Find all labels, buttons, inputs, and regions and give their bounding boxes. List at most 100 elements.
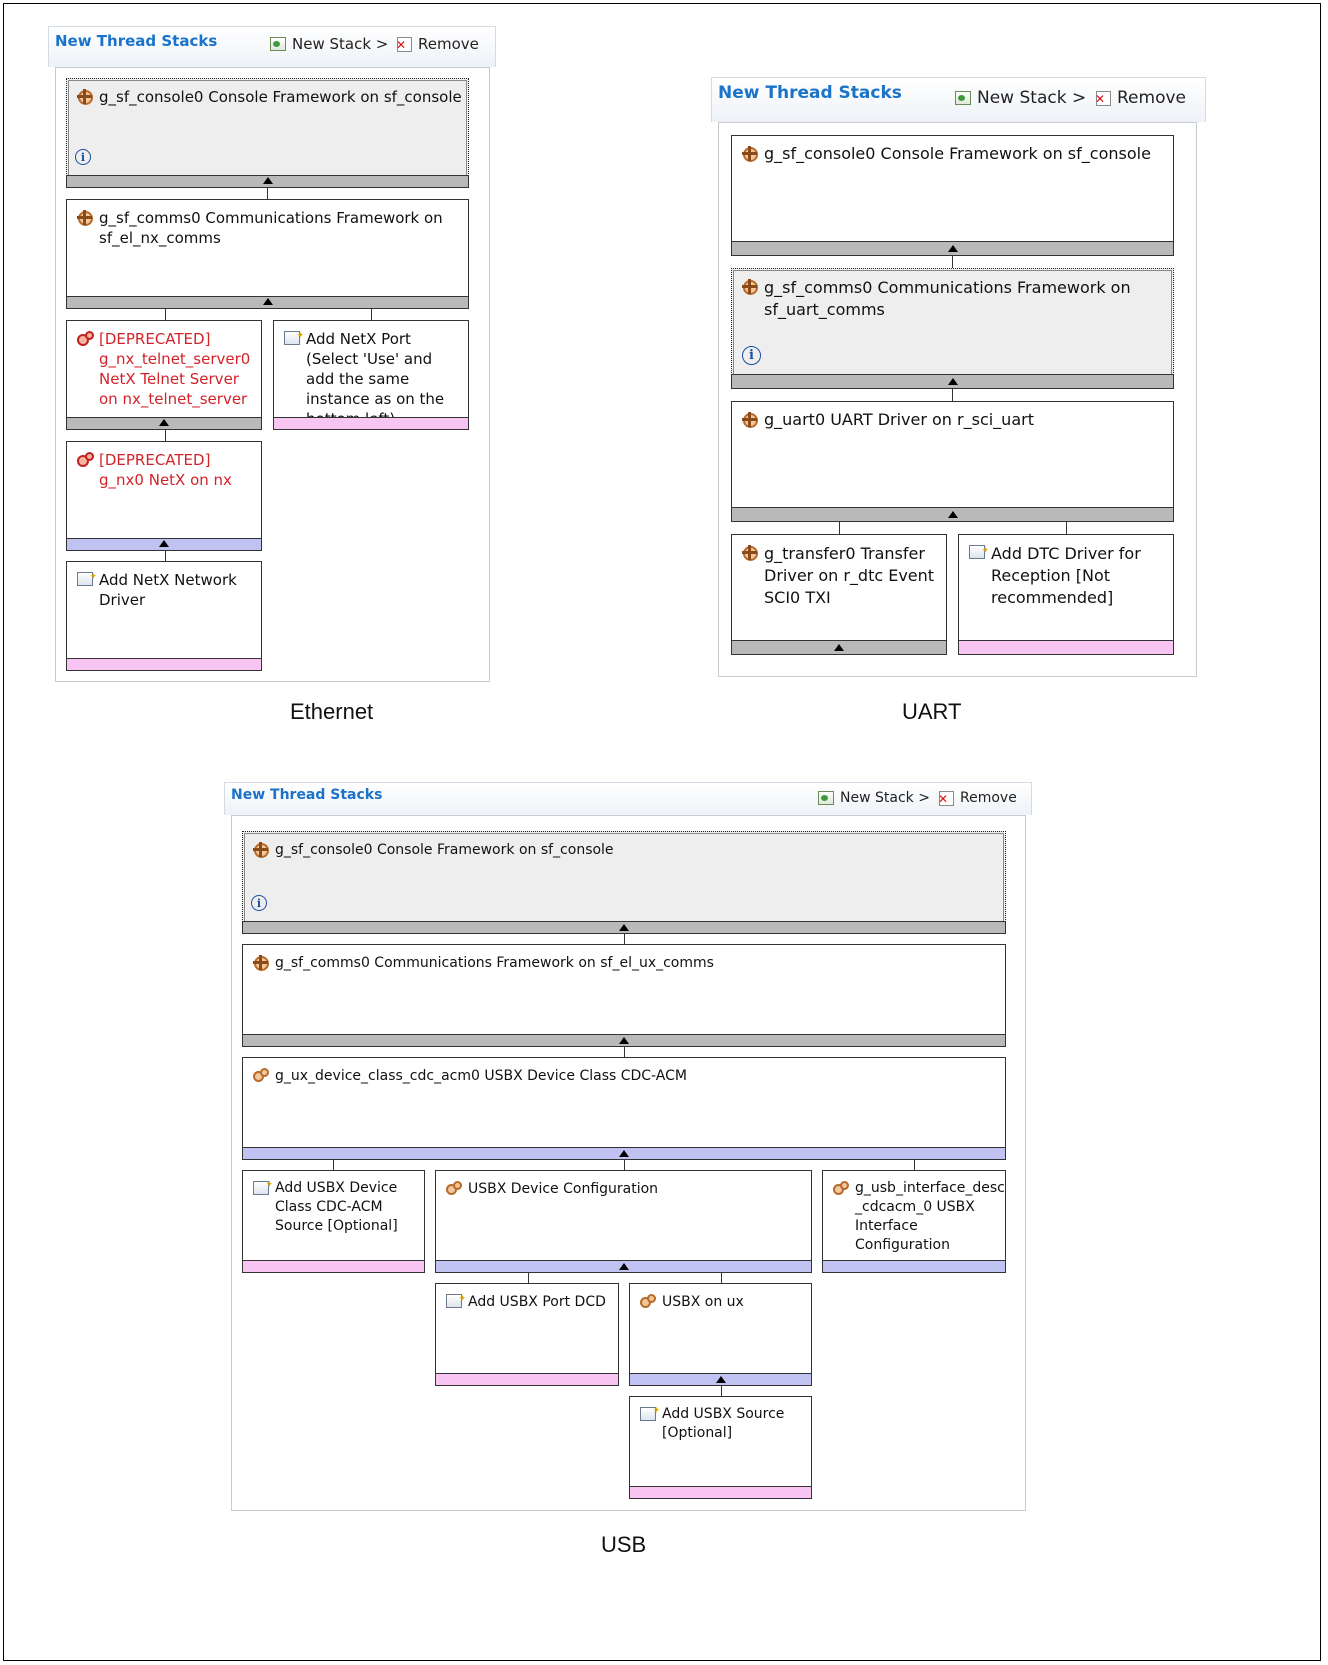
add-module-icon [446, 1289, 466, 1309]
module-group-icon [446, 1181, 464, 1196]
module-label: Add NetX Network Driver [99, 571, 237, 609]
remove-label: Remove [960, 790, 1017, 806]
collapse-bar[interactable] [66, 538, 262, 551]
slot-bar [242, 1260, 425, 1273]
info-icon[interactable]: i [251, 895, 267, 911]
thread-stacks-title: New Thread Stacks [718, 83, 902, 103]
module-label: g_sf_comms0 Communications Framework on … [764, 278, 1131, 319]
module-label: Add NetX Port (Select 'Use' and add the … [306, 330, 445, 428]
new-stack-label: New Stack > [977, 88, 1087, 108]
module-group-icon [833, 1181, 851, 1196]
usbx-device-configuration-module[interactable]: USBX Device Configuration [435, 1170, 812, 1273]
add-netx-driver-slot[interactable]: Add NetX Network Driver [66, 561, 262, 671]
remove-icon [1095, 90, 1111, 106]
new-stack-icon [818, 791, 834, 805]
new-stack-label: New Stack > [840, 790, 930, 806]
new-stack-icon [270, 37, 286, 51]
collapse-bar[interactable] [435, 1260, 812, 1273]
telnet-server-module[interactable]: [DEPRECATED] g_nx_telnet_server0 NetX Te… [66, 320, 262, 430]
usbx-module[interactable]: USBX on ux [629, 1283, 812, 1386]
collapse-bar[interactable] [66, 417, 262, 430]
module-icon [77, 89, 93, 105]
communications-framework-module[interactable]: g_sf_comms0 Communications Framework on … [731, 268, 1174, 389]
add-usbx-source-slot[interactable]: Add USBX Source [Optional] [629, 1396, 812, 1499]
module-label: g_sf_console0 Console Framework on sf_co… [764, 144, 1151, 163]
thread-stacks-title: New Thread Stacks [55, 32, 218, 50]
new-stack-button[interactable]: New Stack > [270, 35, 388, 53]
collapse-bar [822, 1260, 1006, 1273]
module-icon [742, 412, 758, 428]
netx-module[interactable]: [DEPRECATED] g_nx0 NetX on nx [66, 441, 262, 551]
add-dtc-driver-slot[interactable]: Add DTC Driver for Reception [Not recomm… [958, 534, 1174, 655]
add-netx-port-slot[interactable]: Add NetX Port (Select 'Use' and add the … [273, 320, 469, 430]
module-icon [742, 279, 758, 295]
module-label: Add USBX Port DCD [468, 1294, 606, 1310]
add-module-icon [284, 326, 304, 346]
remove-button[interactable]: Remove [1095, 88, 1186, 108]
module-label: g_ux_device_class_cdc_acm0 USBX Device C… [275, 1068, 687, 1084]
communications-framework-module[interactable]: g_sf_comms0 Communications Framework on … [242, 944, 1006, 1047]
collapse-bar[interactable] [629, 1373, 812, 1386]
console-framework-module[interactable]: g_sf_console0 Console Framework on sf_co… [66, 78, 469, 188]
module-label: g_sf_comms0 Communications Framework on … [99, 209, 443, 247]
add-cdc-acm-source-slot[interactable]: Add USBX Device Class CDC-ACM Source [Op… [242, 1170, 425, 1273]
module-label: Add USBX Device Class CDC-ACM Source [Op… [275, 1180, 398, 1234]
module-icon [742, 545, 758, 561]
module-group-icon [640, 1294, 658, 1309]
slot-bar [66, 658, 262, 671]
collapse-bar[interactable] [731, 374, 1174, 389]
collapse-bar[interactable] [66, 296, 469, 309]
module-label: g_uart0 UART Driver on r_sci_uart [764, 410, 1034, 429]
console-framework-module[interactable]: g_sf_console0 Console Framework on sf_co… [731, 135, 1174, 256]
collapse-bar[interactable] [731, 241, 1174, 256]
remove-label: Remove [1117, 88, 1186, 108]
module-icon [253, 955, 269, 971]
transfer-driver-module[interactable]: g_transfer0 Transfer Driver on r_dtc Eve… [731, 534, 947, 655]
new-stack-icon [955, 91, 971, 105]
usb-caption: USB [601, 1532, 647, 1557]
module-label: g_sf_console0 Console Framework on sf_co… [99, 88, 462, 106]
add-module-icon [77, 567, 97, 587]
module-label: Add DTC Driver for Reception [Not recomm… [991, 544, 1141, 607]
collapse-bar[interactable] [242, 1147, 1006, 1160]
info-icon[interactable]: i [742, 346, 761, 365]
remove-icon [938, 790, 954, 806]
uart-driver-module[interactable]: g_uart0 UART Driver on r_sci_uart [731, 401, 1174, 522]
add-module-icon [640, 1402, 660, 1421]
module-label: g_sf_console0 Console Framework on sf_co… [275, 842, 614, 858]
communications-framework-module[interactable]: g_sf_comms0 Communications Framework on … [66, 199, 469, 309]
collapse-bar[interactable] [731, 507, 1174, 522]
slot-bar [629, 1486, 812, 1499]
module-label: g_sf_comms0 Communications Framework on … [275, 955, 714, 971]
usbx-cdc-acm-module[interactable]: g_ux_device_class_cdc_acm0 USBX Device C… [242, 1057, 1006, 1160]
collapse-bar[interactable] [66, 175, 469, 188]
module-label: USBX on ux [662, 1294, 744, 1310]
new-stack-button[interactable]: New Stack > [818, 790, 930, 806]
add-usbx-port-dcd-slot[interactable]: Add USBX Port DCD [435, 1283, 619, 1386]
remove-button[interactable]: Remove [396, 35, 479, 53]
deprecated-module-icon [77, 331, 95, 347]
info-icon[interactable]: i [75, 149, 91, 165]
slot-bar [435, 1373, 619, 1386]
module-icon [253, 842, 269, 858]
module-icon [742, 146, 758, 162]
module-group-icon [253, 1068, 271, 1083]
collapse-bar[interactable] [242, 1034, 1006, 1047]
remove-icon [396, 36, 412, 52]
console-framework-module[interactable]: g_sf_console0 Console Framework on sf_co… [242, 831, 1006, 934]
ethernet-caption: Ethernet [290, 699, 374, 724]
deprecated-module-icon [77, 452, 95, 468]
remove-button[interactable]: Remove [938, 790, 1017, 806]
slot-bar [958, 640, 1174, 655]
module-label: Add USBX Source [Optional] [662, 1406, 785, 1441]
remove-label: Remove [418, 35, 479, 53]
usbx-interface-configuration-module[interactable]: g_usb_interface_desc _cdcacm_0 USBX Inte… [822, 1170, 1006, 1273]
collapse-bar[interactable] [731, 640, 947, 655]
collapse-bar[interactable] [242, 921, 1006, 934]
slot-bar [273, 417, 469, 430]
uart-caption: UART [902, 699, 962, 724]
new-stack-button[interactable]: New Stack > [955, 88, 1086, 108]
module-icon [77, 210, 93, 226]
module-label: [DEPRECATED] g_nx0 NetX on nx [99, 451, 232, 489]
add-module-icon [253, 1176, 273, 1195]
